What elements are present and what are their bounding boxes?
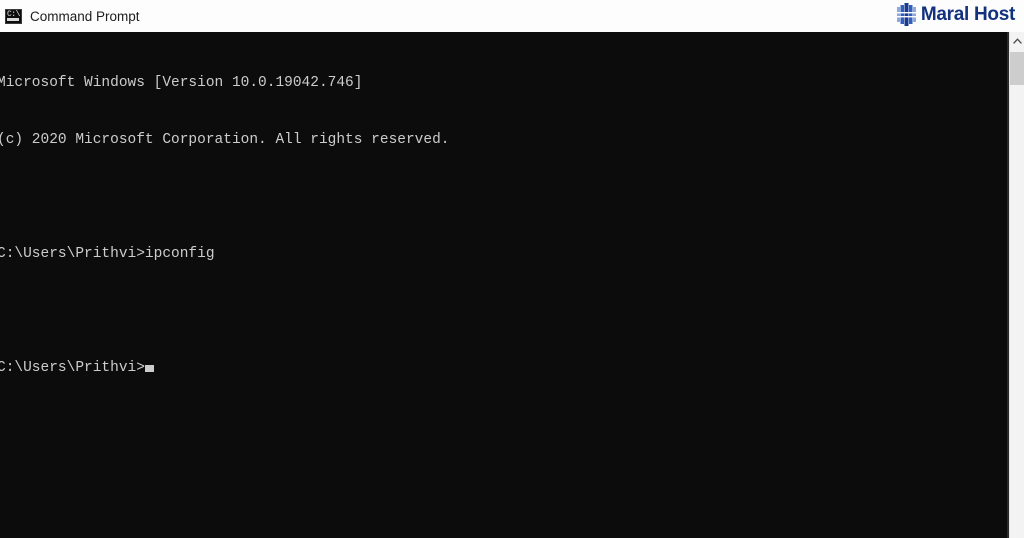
titlebar-left-group: C:\ Command Prompt <box>5 8 140 24</box>
command-prompt-window: C:\ Command Prompt Maral Host Microsoft … <box>0 0 1024 538</box>
console-prompt: C:\Users\Prithvi> <box>0 360 145 376</box>
console-line: Microsoft Windows [Version 10.0.19042.74… <box>0 75 363 91</box>
scroll-up-button[interactable] <box>1010 32 1024 50</box>
console-output-area[interactable]: Microsoft Windows [Version 10.0.19042.74… <box>0 32 1007 538</box>
cmd-icon-bar <box>7 17 19 21</box>
cmd-console-icon: C:\ <box>5 8 22 24</box>
window-titlebar[interactable]: C:\ Command Prompt Maral Host <box>0 0 1024 32</box>
console-line: (c) 2020 Microsoft Corporation. All righ… <box>0 132 450 148</box>
chevron-up-icon <box>1012 38 1022 44</box>
text-cursor <box>144 365 154 372</box>
console-prompt-line: C:\Users\Prithvi> <box>0 359 449 378</box>
window-title: Command Prompt <box>30 8 140 24</box>
scrollbar-thumb[interactable] <box>1010 52 1024 85</box>
brand-logo: Maral Host <box>896 3 1015 27</box>
console-line-command: C:\Users\Prithvi>ipconfig <box>0 246 215 262</box>
vertical-scrollbar[interactable] <box>1009 32 1024 538</box>
server-rack-icon <box>896 3 919 27</box>
console-text-block: Microsoft Windows [Version 10.0.19042.74… <box>0 36 449 416</box>
brand-name: Maral Host <box>920 4 1015 25</box>
